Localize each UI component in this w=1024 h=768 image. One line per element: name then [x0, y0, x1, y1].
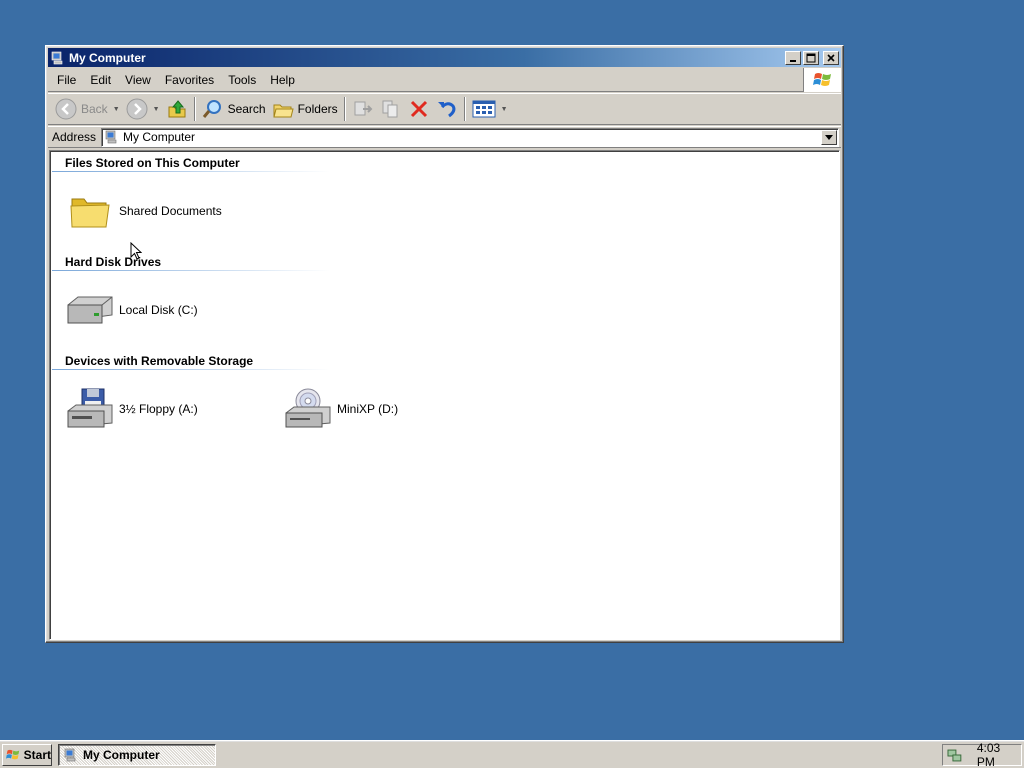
item-label: Shared Documents	[119, 204, 222, 218]
taskbar: Start My Computer 4:03 PM	[0, 740, 1024, 768]
views-dropdown-icon[interactable]: ▼	[501, 106, 508, 113]
delete-x-icon	[410, 100, 427, 118]
address-dropdown-button[interactable]	[821, 129, 837, 145]
item-label: Local Disk (C:)	[119, 303, 198, 317]
back-arrow-icon	[55, 98, 77, 120]
views-button[interactable]: ▼	[469, 96, 511, 122]
back-dropdown-icon[interactable]: ▼	[113, 106, 120, 113]
forward-arrow-icon	[126, 98, 148, 120]
folder-icon	[66, 187, 114, 235]
menu-tools[interactable]: Tools	[221, 71, 263, 89]
menu-favorites[interactable]: Favorites	[158, 71, 221, 89]
group-divider	[52, 171, 330, 172]
minimize-icon	[790, 59, 796, 62]
taskbar-item-my-computer[interactable]: My Computer	[58, 744, 216, 766]
item-cd-drive[interactable]: MiniXP (D:)	[284, 385, 398, 433]
maximize-button[interactable]	[803, 50, 819, 65]
copy-to-icon	[382, 100, 398, 118]
chevron-down-icon	[825, 134, 833, 140]
copy-to-button[interactable]	[377, 96, 405, 122]
toolbar-separator	[463, 97, 466, 121]
close-button[interactable]	[823, 50, 839, 65]
group-header-hard-disks: Hard Disk Drives	[65, 255, 162, 269]
address-value: My Computer	[123, 130, 196, 144]
views-grid-icon	[472, 100, 496, 118]
windows-flag-icon	[6, 749, 20, 760]
floppy-drive-icon	[66, 385, 114, 433]
computer-icon	[64, 748, 76, 762]
menu-edit[interactable]: Edit	[83, 71, 118, 89]
windows-logo	[803, 68, 841, 92]
move-to-button[interactable]	[349, 96, 377, 122]
window-title: My Computer	[69, 50, 146, 65]
forward-dropdown-icon[interactable]: ▼	[153, 106, 160, 113]
address-label: Address	[52, 130, 97, 144]
windows-flag-icon	[812, 73, 831, 86]
computer-icon	[51, 51, 63, 64]
computer-icon	[105, 130, 117, 144]
group-header-files: Files Stored on This Computer	[65, 156, 240, 170]
group-divider	[52, 369, 330, 370]
group-divider	[52, 270, 330, 271]
system-tray: 4:03 PM	[942, 741, 1022, 768]
start-label: Start	[23, 748, 51, 762]
search-icon	[202, 100, 221, 118]
search-button[interactable]: Search	[199, 96, 269, 122]
undo-icon	[437, 102, 455, 118]
address-bar: Address My Computer	[48, 126, 841, 148]
close-icon	[827, 53, 835, 62]
maximize-icon	[806, 53, 816, 62]
delete-button[interactable]	[405, 96, 433, 122]
up-button[interactable]	[163, 96, 191, 122]
clock[interactable]: 4:03 PM	[977, 741, 1021, 768]
forward-button[interactable]: ▼	[123, 96, 163, 122]
standard-toolbar: Back ▼ ▼ Search Folders ▼	[48, 93, 841, 125]
back-button[interactable]: Back ▼	[52, 96, 123, 122]
menu-file[interactable]: File	[50, 71, 83, 89]
my-computer-window: My Computer File Edit View Favorites Too…	[45, 45, 844, 643]
search-label: Search	[227, 102, 266, 116]
network-icon[interactable]	[947, 747, 963, 763]
item-label: 3½ Floppy (A:)	[119, 402, 198, 416]
content-pane: Files Stored on This Computer Shared Doc…	[49, 150, 840, 640]
folders-label: Folders	[297, 102, 338, 116]
item-floppy[interactable]: 3½ Floppy (A:)	[66, 385, 198, 433]
menu-help[interactable]: Help	[263, 71, 302, 89]
address-input[interactable]: My Computer	[101, 127, 839, 147]
cd-drive-icon	[284, 385, 332, 433]
folders-button[interactable]: Folders	[269, 96, 341, 122]
toolbar-separator	[193, 97, 196, 121]
menu-view[interactable]: View	[118, 71, 158, 89]
caption-buttons	[785, 50, 839, 65]
item-label: MiniXP (D:)	[337, 402, 399, 416]
undo-button[interactable]	[433, 96, 461, 122]
menu-bar: File Edit View Favorites Tools Help	[48, 68, 841, 92]
toolbar-separator	[343, 97, 346, 121]
item-shared-documents[interactable]: Shared Documents	[66, 187, 222, 235]
up-folder-icon	[168, 100, 186, 118]
move-to-icon	[354, 101, 373, 116]
taskbar-item-label: My Computer	[83, 748, 160, 762]
mouse-cursor-icon	[130, 242, 142, 260]
hard-disk-icon	[66, 286, 114, 334]
back-label: Back	[81, 102, 108, 116]
start-button[interactable]: Start	[2, 744, 52, 766]
title-bar[interactable]: My Computer	[48, 48, 841, 67]
group-header-removable: Devices with Removable Storage	[65, 354, 254, 368]
item-local-disk[interactable]: Local Disk (C:)	[66, 286, 198, 334]
folders-icon	[272, 104, 294, 118]
minimize-button[interactable]	[785, 50, 801, 65]
